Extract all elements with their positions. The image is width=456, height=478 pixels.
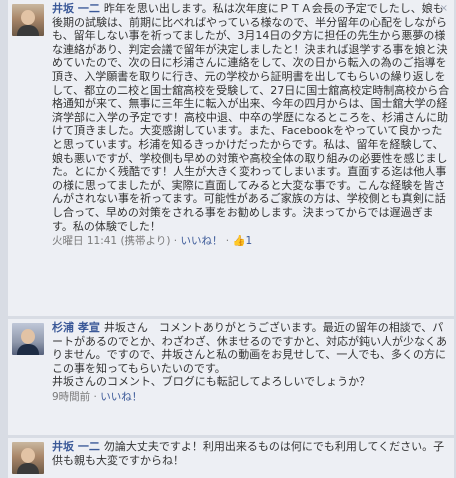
comment-text: 井坂 一二 勿論大丈夫ですよ！利用出来るものは何にでも利用してください。子供も親も… xyxy=(52,438,450,467)
comment-author[interactable]: 井坂 一二 xyxy=(52,440,100,453)
avatar[interactable] xyxy=(12,4,44,36)
comment-content: 井坂 一二 勿論大丈夫ですよ！利用出来るものは何にでも利用してください。子供も親も… xyxy=(52,438,450,467)
comment-time[interactable]: 火曜日 11:41 xyxy=(52,235,117,247)
like-link[interactable]: いいね！ xyxy=(100,391,142,403)
like-link[interactable]: いいね！ xyxy=(180,235,222,247)
like-count[interactable]: 1 xyxy=(246,235,253,247)
comment-body: 井坂さん コメントありがとうございます。最近の留年の相談で、パートがあるのでとか… xyxy=(52,321,448,389)
comment-via: (携帯より) xyxy=(120,235,171,248)
comment-meta: 9時間前 · いいね！ xyxy=(52,390,143,403)
comment-content: 杉浦 孝宣 井坂さん コメントありがとうございます。最近の留年の相談で、パートがあ… xyxy=(52,319,450,405)
comment-thread: 井坂 一二 昨年を思い出します。私は次年度にＰＴＡ会長の予定でしたし、娘も後期の試… xyxy=(8,0,454,478)
close-icon[interactable]: × xyxy=(440,3,448,14)
comment-author[interactable]: 杉浦 孝宣 xyxy=(52,321,100,334)
comment-item: 井坂 一二 勿論大丈夫ですよ！利用出来るものは何にでも利用してください。子供も親も… xyxy=(8,438,454,478)
comment-body: 勿論大丈夫ですよ！利用出来るものは何にでも利用してください。子供も親も大変ですか… xyxy=(52,440,445,467)
comment-author[interactable]: 井坂 一二 xyxy=(52,2,100,15)
thumbs-up-icon: 👍 xyxy=(232,235,246,248)
comment-text: 井坂 一二 昨年を思い出します。私は次年度にＰＴＡ会長の予定でしたし、娘も後期の試… xyxy=(52,0,450,233)
comment-meta: 火曜日 11:41 (携帯より) · いいね！ · 👍1 xyxy=(52,235,253,248)
avatar[interactable] xyxy=(12,442,44,474)
comment-body: 昨年を思い出します。私は次年度にＰＴＡ会長の予定でしたし、娘も後期の試験は、前期… xyxy=(52,2,450,233)
avatar[interactable] xyxy=(12,323,44,355)
comment-item: 井坂 一二 昨年を思い出します。私は次年度にＰＴＡ会長の予定でしたし、娘も後期の試… xyxy=(8,0,454,316)
comment-text: 杉浦 孝宣 井坂さん コメントありがとうございます。最近の留年の相談で、パートがあ… xyxy=(52,319,450,389)
comment-time[interactable]: 9時間前 xyxy=(52,391,90,403)
comment-item: 杉浦 孝宣 井坂さん コメントありがとうございます。最近の留年の相談で、パートがあ… xyxy=(8,319,454,435)
comment-content: 井坂 一二 昨年を思い出します。私は次年度にＰＴＡ会長の予定でしたし、娘も後期の試… xyxy=(52,0,450,249)
